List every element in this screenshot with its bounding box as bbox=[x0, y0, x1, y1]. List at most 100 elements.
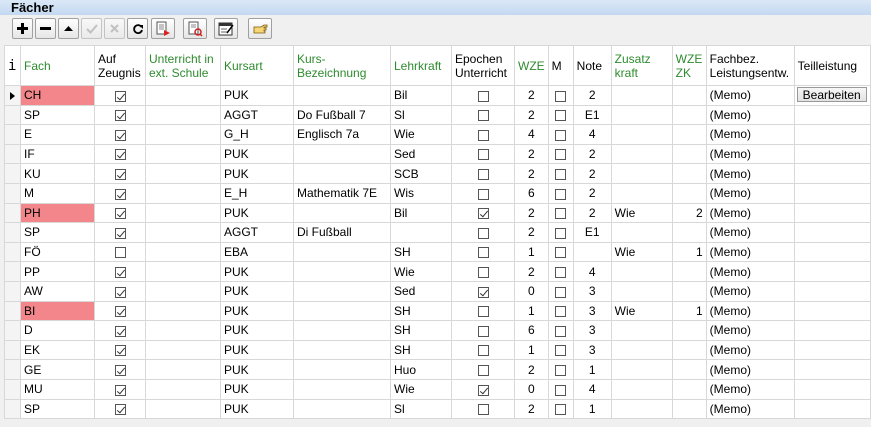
cell-m[interactable] bbox=[547, 398, 574, 420]
cell-ext-schule[interactable] bbox=[145, 359, 221, 380]
cell-teilleistung[interactable] bbox=[793, 182, 871, 204]
cell-lehrkraft[interactable]: SH bbox=[390, 241, 452, 263]
row-indicator[interactable] bbox=[4, 104, 21, 126]
cell-m[interactable] bbox=[547, 143, 574, 165]
cell-lehrkraft[interactable]: Sl bbox=[390, 398, 452, 420]
cell-kursart[interactable]: E_H bbox=[220, 182, 294, 204]
cell-zusatzkraft[interactable]: Wie bbox=[610, 241, 673, 263]
cell-kurs-bezeichnung[interactable] bbox=[293, 320, 391, 341]
cell-wze-zk[interactable]: 1 bbox=[671, 241, 707, 263]
remove-button[interactable] bbox=[35, 18, 56, 39]
cell-epochen[interactable] bbox=[451, 163, 515, 184]
cell-kurs-bezeichnung[interactable]: Englisch 7a bbox=[293, 124, 391, 145]
m-checkbox[interactable] bbox=[555, 286, 567, 298]
goto-button[interactable] bbox=[248, 18, 272, 39]
row-indicator[interactable] bbox=[4, 339, 21, 361]
row-indicator[interactable] bbox=[4, 124, 21, 145]
cell-note[interactable]: 1 bbox=[572, 398, 612, 420]
cell-lehrkraft[interactable]: Sed bbox=[390, 280, 452, 302]
cell-kursart[interactable]: PUK bbox=[220, 339, 294, 361]
epochen-checkbox[interactable] bbox=[477, 286, 489, 298]
cell-note[interactable]: 3 bbox=[572, 280, 612, 302]
cell-fachbez[interactable]: (Memo) bbox=[705, 143, 795, 165]
table-row[interactable]: IF PUK Sed 2 2 (Memo) bbox=[4, 143, 871, 165]
cell-zusatzkraft[interactable] bbox=[610, 261, 673, 282]
col-header-fach[interactable]: Fach bbox=[20, 45, 95, 86]
col-header-zusatzkraft[interactable]: Zusatz kraft bbox=[610, 45, 673, 86]
auf-zeugnis-checkbox[interactable] bbox=[114, 266, 126, 278]
cell-fachbez[interactable]: (Memo) bbox=[705, 163, 795, 184]
auf-zeugnis-checkbox[interactable] bbox=[114, 90, 126, 102]
cell-m[interactable] bbox=[547, 202, 574, 224]
cell-wze[interactable]: 2 bbox=[514, 143, 549, 165]
cell-kurs-bezeichnung[interactable]: Mathematik 7E bbox=[293, 182, 391, 204]
cell-epochen[interactable] bbox=[451, 202, 515, 224]
epochen-checkbox[interactable] bbox=[477, 208, 489, 220]
cell-wze[interactable]: 1 bbox=[514, 339, 549, 361]
cell-m[interactable] bbox=[547, 124, 574, 145]
cancel-button[interactable] bbox=[104, 18, 125, 39]
cell-lehrkraft[interactable]: Sl bbox=[390, 104, 452, 126]
m-checkbox[interactable] bbox=[555, 306, 567, 318]
cell-zusatzkraft[interactable] bbox=[610, 398, 673, 420]
cell-auf-zeugnis[interactable] bbox=[94, 222, 146, 243]
cell-epochen[interactable] bbox=[451, 182, 515, 204]
auf-zeugnis-checkbox[interactable] bbox=[114, 169, 126, 180]
cell-wze-zk[interactable] bbox=[671, 398, 707, 420]
cell-zusatzkraft[interactable] bbox=[610, 124, 673, 145]
m-checkbox[interactable] bbox=[555, 129, 567, 141]
col-header-note[interactable]: Note bbox=[572, 45, 612, 86]
epochen-checkbox[interactable] bbox=[477, 110, 489, 122]
add-button[interactable] bbox=[12, 18, 33, 39]
row-indicator[interactable] bbox=[4, 398, 21, 420]
cell-kurs-bezeichnung[interactable] bbox=[293, 261, 391, 282]
cell-teilleistung[interactable] bbox=[793, 261, 871, 282]
cell-wze[interactable]: 4 bbox=[514, 124, 549, 145]
auf-zeugnis-checkbox[interactable] bbox=[114, 404, 126, 416]
cell-teilleistung[interactable] bbox=[793, 339, 871, 361]
cell-kurs-bezeichnung[interactable] bbox=[293, 143, 391, 165]
cell-auf-zeugnis[interactable] bbox=[94, 143, 146, 165]
m-checkbox[interactable] bbox=[555, 227, 567, 239]
table-row[interactable]: SP PUK Sl 2 1 (Memo) bbox=[4, 398, 871, 420]
cell-epochen[interactable] bbox=[451, 104, 515, 126]
m-checkbox[interactable] bbox=[555, 110, 567, 122]
cell-m[interactable] bbox=[547, 241, 574, 263]
cell-wze[interactable]: 0 bbox=[514, 280, 549, 302]
cell-wze-zk[interactable]: 1 bbox=[671, 300, 707, 322]
cell-kurs-bezeichnung[interactable] bbox=[293, 339, 391, 361]
cell-fachbez[interactable]: (Memo) bbox=[705, 320, 795, 341]
cell-auf-zeugnis[interactable] bbox=[94, 182, 146, 204]
cell-ext-schule[interactable] bbox=[145, 182, 221, 204]
cell-auf-zeugnis[interactable] bbox=[94, 85, 146, 106]
cell-note[interactable]: 4 bbox=[572, 378, 612, 400]
epochen-checkbox[interactable] bbox=[477, 325, 489, 337]
cell-note[interactable]: 2 bbox=[572, 182, 612, 204]
auf-zeugnis-checkbox[interactable] bbox=[114, 227, 126, 239]
table-row[interactable]: KU PUK SCB 2 2 (Memo) bbox=[4, 163, 871, 184]
col-header-ext-schule[interactable]: Unterricht in ext. Schule bbox=[145, 45, 221, 86]
cell-m[interactable] bbox=[547, 163, 574, 184]
epochen-checkbox[interactable] bbox=[477, 169, 489, 180]
cell-fachbez[interactable]: (Memo) bbox=[705, 378, 795, 400]
auf-zeugnis-checkbox[interactable] bbox=[114, 149, 126, 161]
cell-lehrkraft[interactable] bbox=[390, 222, 452, 243]
table-row[interactable]: E G_H Englisch 7a Wie 4 4 (Memo) bbox=[4, 124, 871, 145]
cell-lehrkraft[interactable]: Sed bbox=[390, 143, 452, 165]
cell-fach[interactable]: CH bbox=[20, 85, 95, 106]
table-row[interactable]: BI PUK SH 1 3 Wie 1 (Memo) bbox=[4, 300, 871, 322]
cell-lehrkraft[interactable]: Bil bbox=[390, 85, 452, 106]
cell-kurs-bezeichnung[interactable] bbox=[293, 163, 391, 184]
col-header-kursart[interactable]: Kursart bbox=[220, 45, 294, 86]
cell-lehrkraft[interactable]: Wie bbox=[390, 261, 452, 282]
cell-auf-zeugnis[interactable] bbox=[94, 104, 146, 126]
cell-epochen[interactable] bbox=[451, 143, 515, 165]
m-checkbox[interactable] bbox=[555, 188, 567, 200]
auf-zeugnis-checkbox[interactable] bbox=[114, 345, 126, 357]
cell-wze-zk[interactable] bbox=[671, 222, 707, 243]
cell-note[interactable]: 1 bbox=[572, 359, 612, 380]
cell-epochen[interactable] bbox=[451, 261, 515, 282]
m-checkbox[interactable] bbox=[555, 169, 567, 180]
cell-fach[interactable]: E bbox=[20, 124, 95, 145]
cell-lehrkraft[interactable]: SH bbox=[390, 339, 452, 361]
